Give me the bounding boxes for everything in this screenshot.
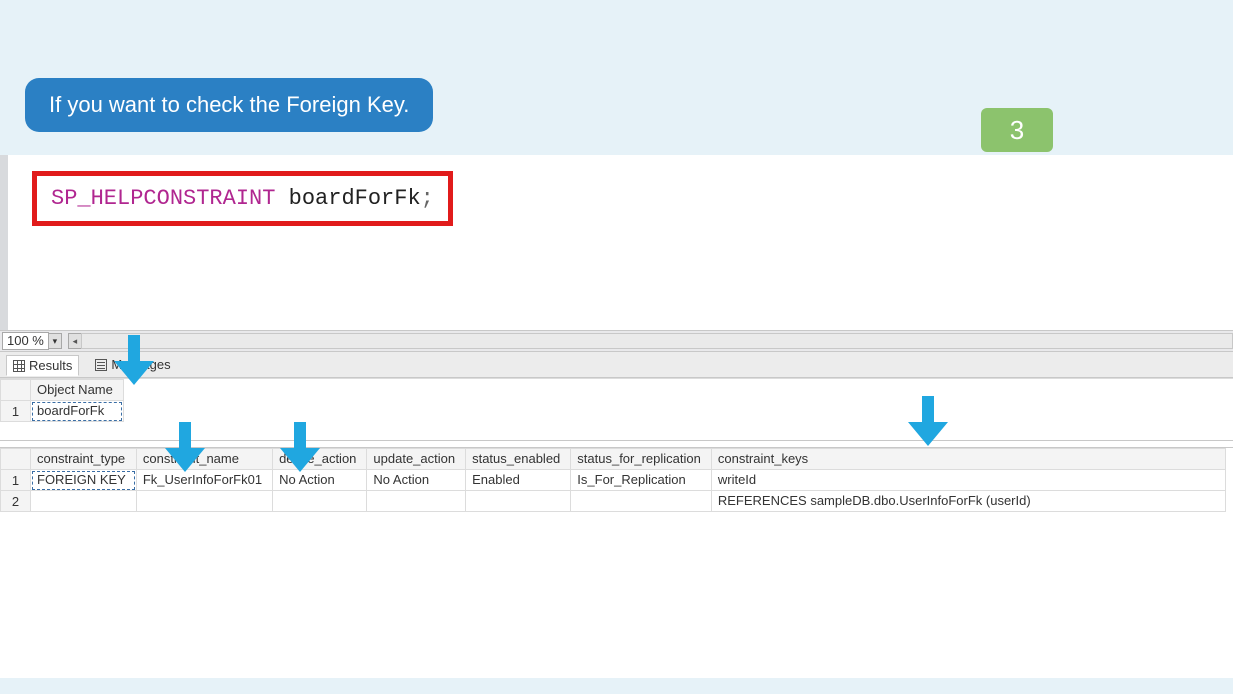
arrow-down-icon [280,422,320,472]
cell-object-name[interactable]: boardForFk [31,401,124,422]
code-terminator: ; [421,186,434,211]
arrow-down-icon [114,335,154,385]
cell-status-for-replication[interactable] [571,491,712,512]
arrow-down-icon [908,396,948,446]
slide-number-badge: 3 [981,108,1053,152]
arrow-down-icon [165,422,205,472]
col-constraint-type[interactable]: constraint_type [31,449,137,470]
zoom-level[interactable]: 100 % [2,332,49,350]
col-update-action[interactable]: update_action [367,449,466,470]
grid-icon [13,360,25,372]
zoom-bar: 100 % ▾ ◂ [0,330,1233,352]
cell-status-enabled[interactable]: Enabled [466,470,571,491]
code-arg: boardForFk [289,186,421,211]
grid-corner [1,449,31,470]
row-number: 1 [1,470,31,491]
cell-update-action[interactable]: No Action [367,470,466,491]
tab-results-label: Results [29,358,72,373]
cell-constraint-type[interactable]: FOREIGN KEY [31,470,137,491]
cell-status-for-replication[interactable]: Is_For_Replication [571,470,712,491]
zoom-dropdown-icon[interactable]: ▾ [48,333,62,349]
result-tabs: Results Messages [0,352,1233,378]
cell-constraint-keys[interactable]: REFERENCES sampleDB.dbo.UserInfoForFk (u… [711,491,1225,512]
scroll-left-icon[interactable]: ◂ [68,333,82,349]
table-row[interactable]: 2 REFERENCES sampleDB.dbo.UserInfoForFk … [1,491,1226,512]
grid-corner [1,380,31,401]
col-constraint-keys[interactable]: constraint_keys [711,449,1225,470]
cell-delete-action[interactable]: No Action [273,470,367,491]
cell-delete-action[interactable] [273,491,367,512]
col-object-name[interactable]: Object Name [31,380,124,401]
table-row[interactable]: 1 boardForFk [1,401,124,422]
row-number: 1 [1,401,31,422]
highlighted-code: SP_HELPCONSTRAINT boardForFk; [32,171,453,226]
col-status-enabled[interactable]: status_enabled [466,449,571,470]
table-row[interactable]: 1 FOREIGN KEY Fk_UserInfoForFk01 No Acti… [1,470,1226,491]
cell-constraint-keys[interactable]: writeId [711,470,1225,491]
row-number: 2 [1,491,31,512]
cell-update-action[interactable] [367,491,466,512]
tab-results[interactable]: Results [6,355,79,376]
cell-constraint-type[interactable] [31,491,137,512]
messages-icon [95,359,107,371]
col-status-for-replication[interactable]: status_for_replication [571,449,712,470]
sql-editor[interactable]: SP_HELPCONSTRAINT boardForFk; [0,155,1233,330]
callout-blue: If you want to check the Foreign Key. [25,78,433,132]
cell-constraint-name[interactable] [136,491,272,512]
code-keyword: SP_HELPCONSTRAINT [51,186,275,211]
cell-status-enabled[interactable] [466,491,571,512]
cell-constraint-name[interactable]: Fk_UserInfoForFk01 [136,470,272,491]
scroll-track[interactable] [81,333,1233,349]
